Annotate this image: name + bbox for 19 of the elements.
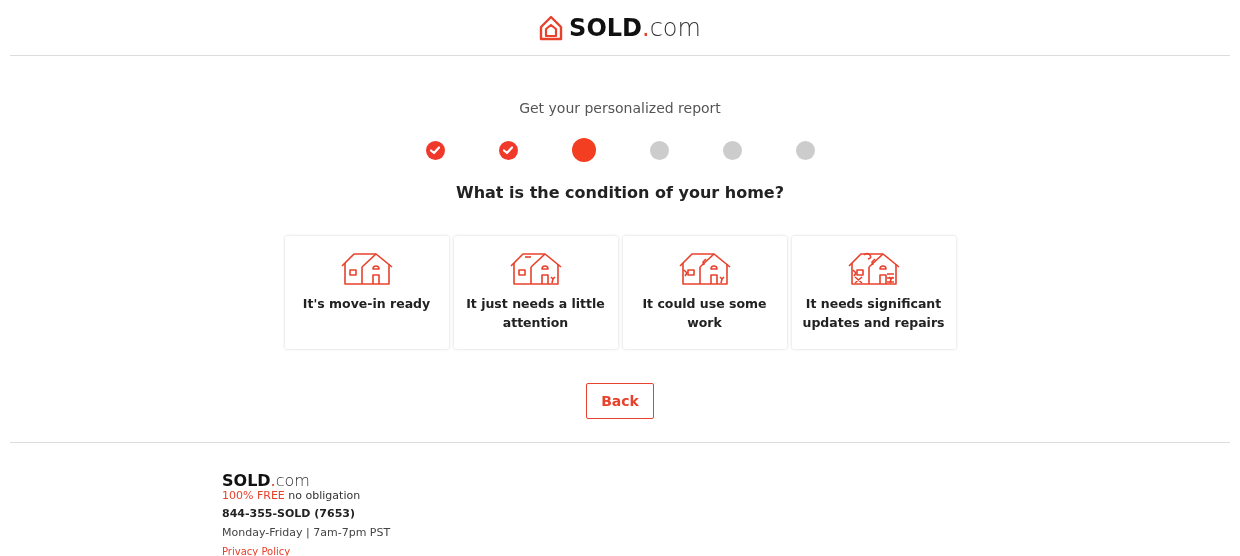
back-button[interactable]: Back [586,383,654,419]
hours-text: Monday-Friday | 7am-7pm PST [222,527,392,538]
condition-option[interactable]: It needs significant updates and repairs [791,236,956,349]
house-icon [508,250,563,286]
house-icon [539,14,564,41]
condition-option[interactable]: It's move-in ready [284,236,449,349]
house-icon [677,250,732,286]
house-icon [846,250,901,286]
condition-option[interactable]: It just needs a little attention [453,236,618,349]
site-logo[interactable]: SOLD.com [539,13,701,42]
phone-number: 844-355-SOLD (7653) [222,508,356,519]
intro-text: Get your personalized report [519,100,721,116]
condition-option[interactable]: It could use some work [622,236,787,349]
check-icon [503,146,513,154]
check-icon [430,146,440,154]
tagline-text: 100% FREE no obligation [222,490,362,501]
house-icon [339,250,394,286]
footer-logo: SOLD.com [222,473,311,489]
question-heading: What is the condition of your home? [456,183,784,202]
